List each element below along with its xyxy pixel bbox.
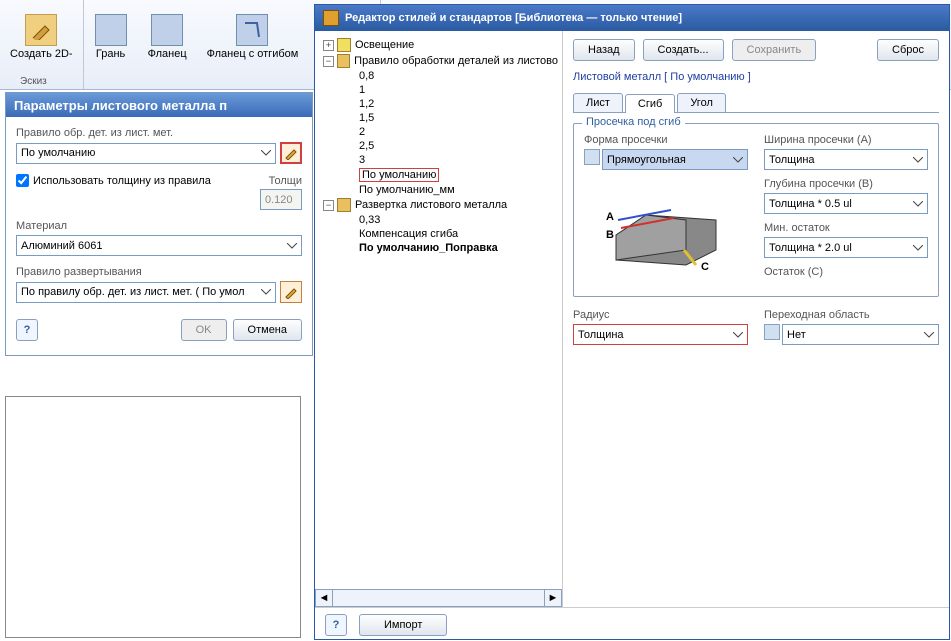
use-thickness-label: Использовать толщину из правила xyxy=(33,175,211,187)
save-button[interactable]: Сохранить xyxy=(732,39,817,61)
unfold-label: Правило развертывания xyxy=(16,266,302,278)
style-bottom-bar: ? Импорт xyxy=(315,607,949,641)
tree-item[interactable]: 3 xyxy=(319,153,558,167)
use-thickness-checkbox[interactable] xyxy=(16,174,29,187)
tree-item[interactable]: 0,33 xyxy=(319,213,558,227)
style-editor-title: Редактор стилей и стандартов [Библиотека… xyxy=(315,5,949,31)
ribbon-face[interactable]: Грань xyxy=(86,4,136,71)
relief-fieldset: Просечка под сгиб Форма просечки Прямоуг… xyxy=(573,123,939,297)
tab-corner[interactable]: Угол xyxy=(677,93,726,112)
thickness-label: Толщи xyxy=(269,175,302,187)
rule-select[interactable]: По умолчанию xyxy=(16,143,276,164)
edit-unfold-button[interactable] xyxy=(280,281,302,303)
scroll-left-button[interactable]: ◄ xyxy=(315,589,333,607)
ribbon-flange-bend[interactable]: Фланец с отгибом xyxy=(199,4,307,71)
ribbon-flange[interactable]: Фланец xyxy=(140,4,195,71)
back-button[interactable]: Назад xyxy=(573,39,635,61)
tree-item[interactable]: 2,5 xyxy=(319,139,558,153)
folder-icon xyxy=(337,54,351,68)
params-title: Параметры листового металла п xyxy=(6,93,312,117)
tab-sheet[interactable]: Лист xyxy=(573,93,623,112)
tree-scrollbar[interactable]: ◄ ► xyxy=(315,589,562,607)
tree-lighting[interactable]: +Освещение xyxy=(319,37,558,53)
light-icon xyxy=(337,38,351,52)
min-select[interactable]: Толщина * 2.0 ul xyxy=(764,237,928,258)
radius-select[interactable]: Толщина xyxy=(573,324,748,345)
ribbon-create2d[interactable]: Создать 2D- xyxy=(2,4,81,71)
tabs: Лист Сгиб Угол xyxy=(573,93,939,113)
tree-item[interactable]: Компенсация сгиба xyxy=(319,227,558,241)
trans-icon xyxy=(764,324,780,340)
tree-sheetmetal-rule[interactable]: −Правило обработки деталей из листово xyxy=(319,53,558,69)
canvas-area xyxy=(5,396,301,638)
trans-label: Переходная область xyxy=(764,309,939,321)
breadcrumb[interactable]: Листовой металл [ По умолчанию ] xyxy=(573,71,939,83)
help-button[interactable]: ? xyxy=(325,614,347,636)
material-label: Материал xyxy=(16,220,302,232)
ribbon-group-sketch: Эскиз xyxy=(20,76,47,87)
flange-bend-icon xyxy=(236,14,268,46)
remain-label: Остаток (C) xyxy=(764,266,928,278)
pencil-icon xyxy=(284,285,298,299)
svg-text:A: A xyxy=(606,211,614,223)
style-form-panel: Назад Создать... Сохранить Сброс Листово… xyxy=(563,31,949,607)
bend-preview: A B C xyxy=(596,180,736,275)
shape-select[interactable]: Прямоугольная xyxy=(602,149,748,170)
radius-label: Радиус xyxy=(573,309,748,321)
create-button[interactable]: Создать... xyxy=(643,39,724,61)
face-icon xyxy=(95,14,127,46)
style-editor-dialog: Редактор стилей и стандартов [Библиотека… xyxy=(314,4,950,640)
cancel-button[interactable]: Отмена xyxy=(233,319,302,341)
depth-label: Глубина просечки (B) xyxy=(764,178,928,190)
sketch-icon xyxy=(25,14,57,46)
svg-text:B: B xyxy=(606,229,614,241)
depth-select[interactable]: Толщина * 0.5 ul xyxy=(764,193,928,214)
tree-item[interactable]: 1,2 xyxy=(319,97,558,111)
import-button[interactable]: Импорт xyxy=(359,614,447,636)
rule-label: Правило обр. дет. из лист. мет. xyxy=(16,127,302,139)
pencil-icon xyxy=(284,146,298,160)
thickness-input xyxy=(260,189,302,210)
folder-icon xyxy=(337,198,351,212)
fieldset-title: Просечка под сгиб xyxy=(582,116,685,128)
width-label: Ширина просечки (A) xyxy=(764,134,928,146)
flange-icon xyxy=(151,14,183,46)
params-dialog: Параметры листового металла п Правило об… xyxy=(5,92,313,356)
shape-icon xyxy=(584,149,600,165)
tree-item-default[interactable]: По умолчанию xyxy=(319,167,558,183)
material-select[interactable]: Алюминий 6061 xyxy=(16,235,302,256)
scroll-track[interactable] xyxy=(333,589,544,607)
tree-unfold[interactable]: −Развертка листового металла xyxy=(319,197,558,213)
min-label: Мин. остаток xyxy=(764,222,928,234)
tree-item[interactable]: 1,5 xyxy=(319,111,558,125)
tree-item[interactable]: 1 xyxy=(319,83,558,97)
tree-item-default-mm[interactable]: По умолчанию_мм xyxy=(319,183,558,197)
unfold-select[interactable]: По правилу обр. дет. из лист. мет. ( По … xyxy=(16,282,276,303)
tree-item-correction[interactable]: По умолчанию_Поправка xyxy=(319,241,558,255)
tree-item[interactable]: 0,8 xyxy=(319,69,558,83)
ok-button[interactable]: OK xyxy=(181,319,227,341)
tab-bend[interactable]: Сгиб xyxy=(625,94,675,113)
style-tree-panel: +Освещение −Правило обработки деталей из… xyxy=(315,31,563,607)
svg-text:C: C xyxy=(701,261,709,273)
reset-button[interactable]: Сброс xyxy=(877,39,939,61)
shape-label: Форма просечки xyxy=(584,134,748,146)
trans-select[interactable]: Нет xyxy=(782,324,939,345)
tree-item[interactable]: 2 xyxy=(319,125,558,139)
help-button[interactable]: ? xyxy=(16,319,38,341)
scroll-right-button[interactable]: ► xyxy=(544,589,562,607)
width-select[interactable]: Толщина xyxy=(764,149,928,170)
edit-rule-button[interactable] xyxy=(280,142,302,164)
app-icon xyxy=(323,10,339,26)
